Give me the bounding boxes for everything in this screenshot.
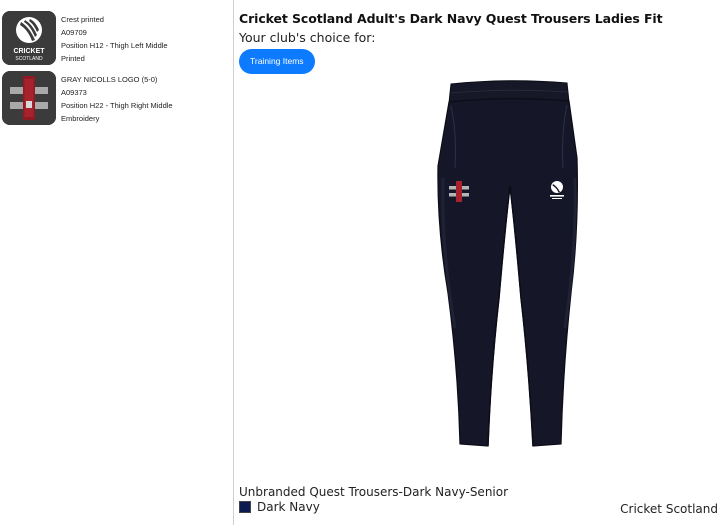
crest-thumb-text-1: CRICKET xyxy=(13,48,45,55)
decoration-position: Position H22 - Thigh Right Middle xyxy=(61,100,173,110)
training-items-button[interactable]: Training Items xyxy=(239,49,315,74)
decoration-details: Crest printed A09709 Position H12 - Thig… xyxy=(61,14,168,66)
cricket-scotland-crest-icon: CRICKET SCOTLAND xyxy=(2,11,56,65)
decoration-name: GRAY NICOLLS LOGO (5-0) xyxy=(61,75,158,84)
colour-name: Dark Navy xyxy=(257,500,320,514)
product-title: Cricket Scotland Adult's Dark Navy Quest… xyxy=(239,11,663,26)
variant-name: Unbranded Quest Trousers-Dark Navy-Senio… xyxy=(239,485,509,499)
decoration-method: Embroidery xyxy=(61,113,100,123)
decoration-code: A09373 xyxy=(61,87,87,97)
product-panel: Cricket Scotland Adult's Dark Navy Quest… xyxy=(239,0,720,525)
colour-option[interactable]: Dark Navy xyxy=(239,500,320,514)
decoration-code: A09709 xyxy=(61,27,87,37)
trousers-product-image xyxy=(429,78,589,458)
decoration-method: Printed xyxy=(61,53,85,63)
decoration-name: Crest printed xyxy=(61,15,104,24)
cricket-scotland-thigh-crest xyxy=(550,181,564,199)
decoration-item-crest[interactable]: CRICKET SCOTLAND Crest printed A09709 Po… xyxy=(2,11,168,66)
product-subtitle: Your club's choice for: xyxy=(239,30,376,45)
decoration-details: GRAY NICOLLS LOGO (5-0) A09373 Position … xyxy=(61,74,173,126)
colour-swatch xyxy=(239,501,251,513)
decoration-item-gray-nicolls[interactable]: GRAY NICOLLS LOGO (5-0) A09373 Position … xyxy=(2,71,173,126)
decoration-sidebar: CRICKET SCOTLAND Crest printed A09709 Po… xyxy=(0,0,234,525)
crest-thumb-text-2: SCOTLAND xyxy=(15,56,43,62)
decoration-position: Position H12 - Thigh Left Middle xyxy=(61,40,168,50)
gray-nicolls-logo-icon xyxy=(2,71,56,125)
club-name: Cricket Scotland xyxy=(620,502,718,516)
